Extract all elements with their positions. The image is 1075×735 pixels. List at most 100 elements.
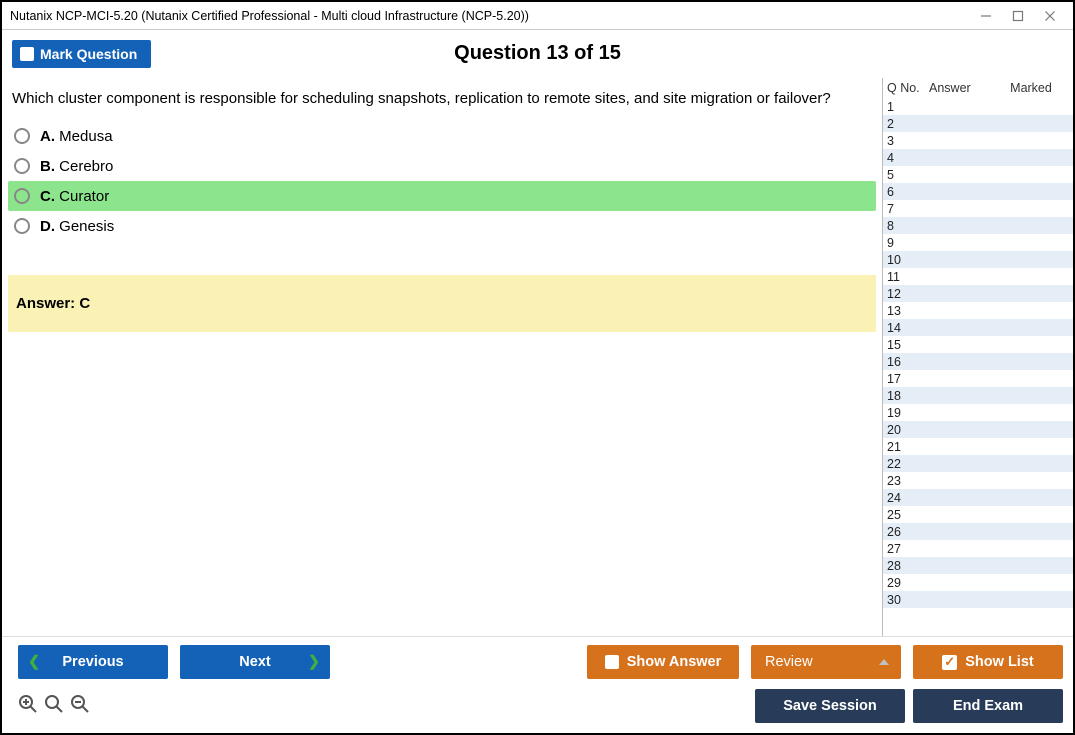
header-row: Mark Question Question 13 of 15 — [2, 30, 1073, 78]
footer: ❮ Previous Next ❯ Show Answer Review ✓ S… — [2, 636, 1073, 733]
review-button[interactable]: Review — [751, 645, 901, 679]
col-qno: Q No. — [887, 81, 929, 95]
question-panel: Which cluster component is responsible f… — [2, 78, 882, 636]
question-number: 13 — [887, 304, 917, 318]
checkbox-icon — [605, 655, 619, 669]
question-nav-row[interactable]: 26 — [883, 523, 1073, 540]
question-number: 12 — [887, 287, 917, 301]
question-number: 24 — [887, 491, 917, 505]
next-button[interactable]: Next ❯ — [180, 645, 330, 679]
option-label: D. Genesis — [40, 218, 114, 235]
zoom-controls — [18, 694, 90, 719]
question-number: 7 — [887, 202, 917, 216]
radio-icon[interactable] — [14, 128, 30, 144]
question-number: 20 — [887, 423, 917, 437]
question-number: 27 — [887, 542, 917, 556]
close-icon[interactable] — [1043, 9, 1057, 23]
question-number: 1 — [887, 100, 917, 114]
question-number: 28 — [887, 559, 917, 573]
show-answer-button[interactable]: Show Answer — [587, 645, 739, 679]
question-number: 17 — [887, 372, 917, 386]
chevron-right-icon: ❯ — [308, 654, 320, 670]
question-nav-row[interactable]: 18 — [883, 387, 1073, 404]
question-list[interactable]: 1234567891011121314151617181920212223242… — [883, 98, 1073, 636]
sidebar-header: Q No. Answer Marked — [883, 78, 1073, 98]
question-nav-row[interactable]: 14 — [883, 319, 1073, 336]
question-number: 22 — [887, 457, 917, 471]
question-nav-row[interactable]: 9 — [883, 234, 1073, 251]
question-nav-row[interactable]: 4 — [883, 149, 1073, 166]
option-a[interactable]: A. Medusa — [8, 121, 876, 151]
show-answer-label: Show Answer — [627, 654, 722, 670]
question-number: 5 — [887, 168, 917, 182]
question-number: 2 — [887, 117, 917, 131]
answer-box: Answer: C — [8, 275, 876, 332]
question-nav-row[interactable]: 6 — [883, 183, 1073, 200]
review-label: Review — [765, 654, 813, 670]
question-nav-row[interactable]: 29 — [883, 574, 1073, 591]
question-nav-row[interactable]: 15 — [883, 336, 1073, 353]
mark-question-button[interactable]: Mark Question — [12, 40, 151, 68]
show-list-button[interactable]: ✓ Show List — [913, 645, 1063, 679]
previous-button[interactable]: ❮ Previous — [18, 645, 168, 679]
question-nav-row[interactable]: 30 — [883, 591, 1073, 608]
option-label: A. Medusa — [40, 128, 113, 145]
question-nav-row[interactable]: 5 — [883, 166, 1073, 183]
option-label: B. Cerebro — [40, 158, 113, 175]
question-nav-row[interactable]: 27 — [883, 540, 1073, 557]
minimize-icon[interactable] — [979, 9, 993, 23]
question-nav-row[interactable]: 7 — [883, 200, 1073, 217]
question-nav-row[interactable]: 16 — [883, 353, 1073, 370]
save-session-button[interactable]: Save Session — [755, 689, 905, 723]
radio-icon[interactable] — [14, 188, 30, 204]
question-nav-row[interactable]: 1 — [883, 98, 1073, 115]
checkbox-icon — [20, 47, 34, 61]
option-c[interactable]: C. Curator — [8, 181, 876, 211]
question-nav-row[interactable]: 19 — [883, 404, 1073, 421]
mark-question-label: Mark Question — [40, 46, 137, 62]
zoom-reset-icon[interactable] — [44, 694, 64, 719]
col-marked: Marked — [993, 81, 1069, 95]
titlebar: Nutanix NCP-MCI-5.20 (Nutanix Certified … — [2, 2, 1073, 30]
question-number: 26 — [887, 525, 917, 539]
question-number: 6 — [887, 185, 917, 199]
question-nav-row[interactable]: 28 — [883, 557, 1073, 574]
question-nav-row[interactable]: 24 — [883, 489, 1073, 506]
question-nav-row[interactable]: 12 — [883, 285, 1073, 302]
question-number: 11 — [887, 270, 917, 284]
zoom-in-icon[interactable] — [18, 694, 38, 719]
question-number: 25 — [887, 508, 917, 522]
end-exam-label: End Exam — [953, 698, 1023, 714]
question-nav-row[interactable]: 17 — [883, 370, 1073, 387]
show-list-label: Show List — [965, 654, 1033, 670]
maximize-icon[interactable] — [1011, 9, 1025, 23]
question-nav-row[interactable]: 13 — [883, 302, 1073, 319]
question-counter: Question 13 of 15 — [2, 42, 1073, 65]
question-nav-row[interactable]: 11 — [883, 268, 1073, 285]
question-number: 15 — [887, 338, 917, 352]
option-d[interactable]: D. Genesis — [8, 211, 876, 241]
question-nav-row[interactable]: 23 — [883, 472, 1073, 489]
question-number: 29 — [887, 576, 917, 590]
question-nav-row[interactable]: 22 — [883, 455, 1073, 472]
question-nav-row[interactable]: 20 — [883, 421, 1073, 438]
radio-icon[interactable] — [14, 158, 30, 174]
question-number: 9 — [887, 236, 917, 250]
question-nav-row[interactable]: 10 — [883, 251, 1073, 268]
previous-label: Previous — [62, 654, 123, 670]
option-b[interactable]: B. Cerebro — [8, 151, 876, 181]
checkbox-checked-icon: ✓ — [942, 655, 957, 670]
zoom-out-icon[interactable] — [70, 694, 90, 719]
end-exam-button[interactable]: End Exam — [913, 689, 1063, 723]
question-number: 16 — [887, 355, 917, 369]
question-nav-row[interactable]: 25 — [883, 506, 1073, 523]
question-nav-row[interactable]: 8 — [883, 217, 1073, 234]
question-number: 30 — [887, 593, 917, 607]
radio-icon[interactable] — [14, 218, 30, 234]
question-nav-row[interactable]: 2 — [883, 115, 1073, 132]
question-nav-sidebar: Q No. Answer Marked 12345678910111213141… — [882, 78, 1073, 636]
question-nav-row[interactable]: 3 — [883, 132, 1073, 149]
question-nav-row[interactable]: 21 — [883, 438, 1073, 455]
col-answer: Answer — [929, 81, 993, 95]
question-number: 23 — [887, 474, 917, 488]
